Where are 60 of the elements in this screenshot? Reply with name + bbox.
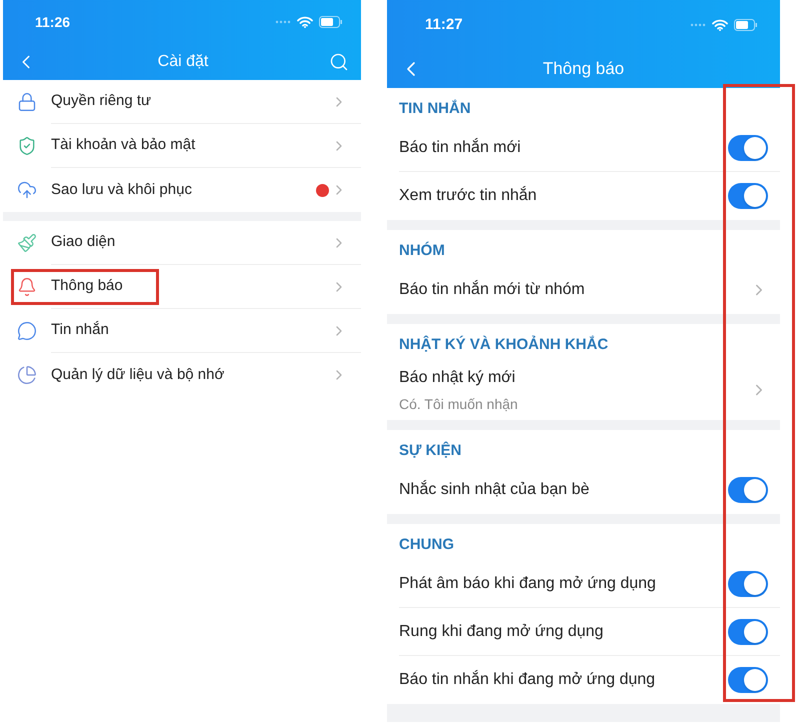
toggle-switch[interactable] <box>728 134 768 160</box>
settings-item[interactable]: Thông báo <box>3 265 361 309</box>
item-label: Quyền riêng tư <box>51 91 152 112</box>
paintbrush-icon <box>17 233 37 253</box>
shield-icon <box>17 136 37 156</box>
section-title: SỰ KIỆN <box>399 440 462 460</box>
item-label: Tin nhắn <box>51 320 110 340</box>
chat-bubble-icon <box>17 321 37 341</box>
settings-item[interactable]: Giao diện <box>3 221 361 265</box>
row-label: Nhắc sinh nhật của bạn bè <box>399 479 590 500</box>
item-label: Quản lý dữ liệu và bộ nhớ <box>51 364 226 385</box>
wifi-icon <box>712 19 728 31</box>
section-title: TIN NHẮN <box>399 98 471 118</box>
row-label: Xem trước tin nhắn <box>399 185 538 206</box>
toggle-switch[interactable] <box>728 618 768 644</box>
lock-icon <box>17 92 37 112</box>
row-label: Rung khi đang mở ứng dụng <box>399 622 604 642</box>
settings-item[interactable]: Tin nhắn <box>3 309 361 353</box>
battery-icon <box>734 19 758 31</box>
toggle-switch[interactable] <box>728 183 768 209</box>
settings-row[interactable]: Xem trước tin nhắn <box>387 172 780 220</box>
row-label: Phát âm báo khi đang mở ứng dụng <box>399 574 657 594</box>
bell-icon <box>17 277 37 297</box>
cloud-icon <box>17 180 37 200</box>
settings-item[interactable]: Sao lưu và khôi phục <box>3 168 361 212</box>
settings-row[interactable]: Báo tin nhắn khi đang mở ứng dụng <box>387 656 780 704</box>
clock-time: 11:26 <box>35 12 70 32</box>
toggle-switch[interactable] <box>728 570 768 596</box>
row-label: Báo tin nhắn mới <box>399 137 522 158</box>
wifi-icon <box>297 16 313 28</box>
settings-row[interactable]: Báo tin nhắn mới <box>387 124 780 172</box>
row-label: Báo nhật ký mới <box>399 368 516 388</box>
item-label: Giao diện <box>51 232 116 252</box>
settings-row[interactable]: Báo nhật ký mới Có. Tôi muốn nhận <box>387 360 780 420</box>
settings-item[interactable]: Quyền riêng tư <box>3 80 361 124</box>
section-title: CHUNG <box>399 534 454 554</box>
toggle-switch[interactable] <box>728 667 768 693</box>
screen-title: Thông báo <box>542 58 624 80</box>
settings-row[interactable]: Báo tin nhắn mới từ nhóm <box>387 266 780 314</box>
row-label: Báo tin nhắn khi đang mở ứng dụng <box>399 669 656 690</box>
item-label: Thông báo <box>51 276 124 296</box>
settings-row[interactable]: Phát âm báo khi đang mở ứng dụng <box>387 560 780 608</box>
section-title: NHÓM <box>399 240 445 260</box>
pie-chart-icon <box>17 365 37 385</box>
row-label: Báo tin nhắn mới từ nhóm <box>399 279 586 300</box>
settings-row[interactable]: Rung khi đang mở ứng dụng <box>387 608 780 656</box>
signal-icon <box>690 23 706 27</box>
screen-title: Cài đặt <box>158 52 208 72</box>
section-title: NHẬT KÝ VÀ KHOẢNH KHẮC <box>399 334 608 354</box>
settings-row[interactable]: Nhắc sinh nhật của bạn bè <box>387 466 780 514</box>
clock-time: 11:27 <box>425 14 463 35</box>
settings-item[interactable]: Tài khoản và bảo mật <box>3 124 361 168</box>
item-label: Tài khoản và bảo mật <box>51 135 196 156</box>
item-label: Sao lưu và khôi phục <box>51 180 193 200</box>
settings-item[interactable]: Quản lý dữ liệu và bộ nhớ <box>3 353 361 397</box>
signal-icon <box>275 20 291 24</box>
search-icon[interactable] <box>328 52 349 72</box>
battery-icon <box>319 16 343 28</box>
row-subtitle: Có. Tôi muốn nhận <box>399 394 519 414</box>
toggle-switch[interactable] <box>728 477 768 503</box>
